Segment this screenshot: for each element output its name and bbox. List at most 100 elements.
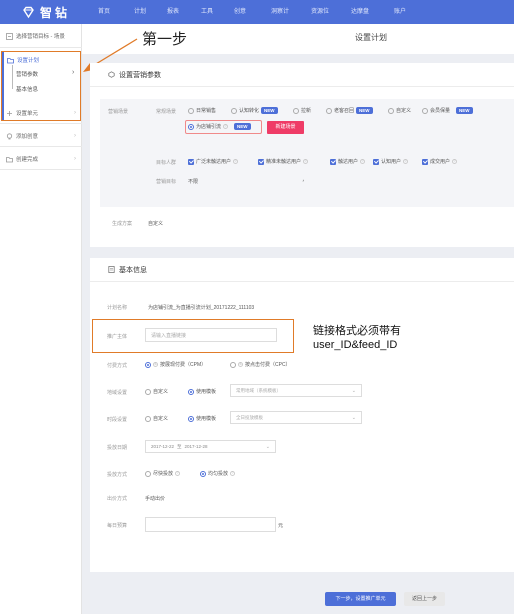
- help-icon: $: [153, 362, 158, 367]
- target-reached[interactable]: 触达用户?: [330, 158, 366, 165]
- sidebar-item-select-goal[interactable]: 选择营销目标 - 场景: [0, 31, 82, 41]
- pay-cpc[interactable]: $ 按点击付费（CPC）: [230, 361, 291, 368]
- radio[interactable]: [422, 107, 428, 114]
- logo[interactable]: 智钻: [22, 4, 70, 20]
- sidebar-subitem-marketing-params[interactable]: 营销参数: [16, 70, 38, 78]
- nav-creative[interactable]: 创意: [234, 0, 271, 24]
- plan-scheme-value[interactable]: 自定义: [148, 220, 163, 227]
- radio-selected[interactable]: [188, 415, 194, 422]
- scene-box: 营销场景 常规场景 日常销售 认知转化 NEW 拉新 老客召回 NEW 自定义 会员…: [100, 99, 514, 207]
- target-broad[interactable]: 广泛未触达用户?: [188, 158, 239, 165]
- next-step-button[interactable]: 下一步，设置推广单元: [325, 592, 396, 606]
- option-acquire[interactable]: 拉新: [293, 107, 311, 114]
- back-button[interactable]: 返回上一步: [404, 592, 445, 606]
- date-separator: 至: [177, 443, 182, 449]
- panel-title: 设置营销参数: [119, 71, 161, 79]
- radio[interactable]: [145, 415, 151, 422]
- radio[interactable]: [293, 107, 299, 114]
- dropdown-value: 全日投放模板: [236, 414, 263, 420]
- date-start: 2017-12-22: [151, 444, 175, 449]
- pay-method-label: 付费方式: [107, 363, 128, 369]
- chevron-down-icon: ⌄: [265, 444, 270, 450]
- option-member[interactable]: 会员保量 NEW: [422, 107, 473, 114]
- target-aware[interactable]: 认知用户?: [373, 158, 409, 165]
- target-crowd-label: 目标人群: [156, 160, 177, 166]
- pay-cpm[interactable]: $ 按展现付费（CPM）: [145, 361, 206, 368]
- checkbox[interactable]: [258, 158, 264, 165]
- time-template-dropdown[interactable]: 全日投放模板 ⌄: [230, 411, 362, 424]
- option-label: 按点击付费（CPC）: [245, 362, 291, 368]
- highlight-box: [92, 319, 294, 353]
- note-line-2: user_ID&feed_ID: [313, 339, 398, 351]
- radio-selected[interactable]: [145, 361, 151, 368]
- sidebar-subitem-basic-info[interactable]: 基本信息: [16, 85, 38, 93]
- option-cognition[interactable]: 认知转化 NEW: [231, 107, 278, 114]
- nav-tools[interactable]: 工具: [201, 0, 234, 24]
- nav-insight[interactable]: 洞察计: [271, 0, 311, 24]
- marketing-params-panel: 设置营销参数 营销场景 常规场景 日常销售 认知转化 NEW 拉新 老客召回 NEW…: [90, 63, 514, 247]
- nav-home[interactable]: 首页: [98, 0, 134, 24]
- checkbox[interactable]: [422, 158, 428, 165]
- time-template[interactable]: 使用模板: [188, 415, 216, 422]
- step-annotation: 第一步: [142, 31, 188, 48]
- nav-plan[interactable]: 计划: [134, 0, 167, 24]
- checkbox[interactable]: [188, 158, 194, 165]
- option-label: 日常销售: [196, 108, 217, 114]
- new-badge: NEW: [456, 107, 473, 114]
- divider: [0, 123, 82, 124]
- sidebar-item-setup-plan[interactable]: 设置计划: [7, 56, 39, 64]
- radio[interactable]: [326, 107, 332, 114]
- radio[interactable]: [231, 107, 237, 114]
- radio[interactable]: [188, 107, 194, 114]
- daily-budget-input[interactable]: [145, 517, 276, 532]
- delivery-fast[interactable]: 尽快投放?: [145, 470, 181, 477]
- region-custom[interactable]: 自定义: [145, 388, 168, 395]
- radio-selected[interactable]: [188, 123, 194, 130]
- chevron-right-icon: ›: [74, 133, 76, 139]
- plan-name-value[interactable]: 为店铺引流_为直播引流计划_20171222_111103: [148, 304, 254, 311]
- option-label: 自定义: [396, 108, 412, 114]
- delivery-even[interactable]: 均匀投放?: [200, 470, 236, 477]
- radio[interactable]: [388, 107, 394, 114]
- sidebar-item-complete[interactable]: 创建完成 ›: [0, 154, 82, 164]
- nav-damopan[interactable]: 达摩盘: [351, 0, 394, 24]
- regular-scene-label: 常规场景: [156, 109, 177, 115]
- option-store-traffic[interactable]: 为店铺引流? NEW: [188, 123, 251, 130]
- checkbox[interactable]: [330, 158, 336, 165]
- help-icon: ?: [303, 159, 309, 164]
- radio[interactable]: [145, 470, 151, 477]
- sidebar-item-setup-unit[interactable]: 设置单元 ›: [0, 108, 82, 118]
- help-icon: ?: [223, 124, 229, 129]
- time-label: 时段设置: [107, 417, 128, 423]
- new-badge: NEW: [356, 107, 373, 114]
- radio-selected[interactable]: [188, 388, 194, 395]
- basic-info-panel: 基本信息 计划名称 为店铺引流_为直播引流计划_20171222_111103 …: [90, 258, 514, 572]
- nav-account[interactable]: 账户: [394, 0, 424, 24]
- target-precise[interactable]: 精准未触达用户?: [258, 158, 309, 165]
- unit-icon: [6, 110, 13, 117]
- radio[interactable]: [230, 361, 236, 368]
- help-icon: ?: [233, 159, 239, 164]
- chevron-down-icon: ⌄: [351, 388, 356, 394]
- radio[interactable]: [145, 388, 151, 395]
- nav-resource[interactable]: 资源位: [311, 0, 351, 24]
- region-template-dropdown[interactable]: 常用地域（系统模板） ⌄: [230, 384, 362, 397]
- new-scene-button[interactable]: 新建场景: [267, 121, 304, 134]
- option-custom[interactable]: 自定义: [388, 107, 411, 114]
- help-icon: ?: [360, 159, 366, 164]
- radio-selected[interactable]: [200, 470, 206, 477]
- folder-icon: [6, 156, 13, 163]
- option-daily-sales[interactable]: 日常销售: [188, 107, 216, 114]
- lightbulb-icon: [6, 132, 13, 140]
- nav-report[interactable]: 报表: [167, 0, 201, 24]
- time-custom[interactable]: 自定义: [145, 415, 168, 422]
- date-end: 2017-12-28: [184, 444, 208, 449]
- date-range-picker[interactable]: 2017-12-22 至 2017-12-28 ⌄: [145, 440, 276, 453]
- region-template[interactable]: 使用模板: [188, 388, 216, 395]
- sidebar-item-add-creative[interactable]: 添加创意 ›: [0, 131, 82, 141]
- option-label: 均匀投放: [208, 471, 229, 477]
- option-recall[interactable]: 老客召回 NEW: [326, 107, 373, 114]
- target-converted[interactable]: 成交用户?: [422, 158, 458, 165]
- marketing-goal-value: 不限: [188, 179, 199, 185]
- checkbox[interactable]: [373, 158, 379, 165]
